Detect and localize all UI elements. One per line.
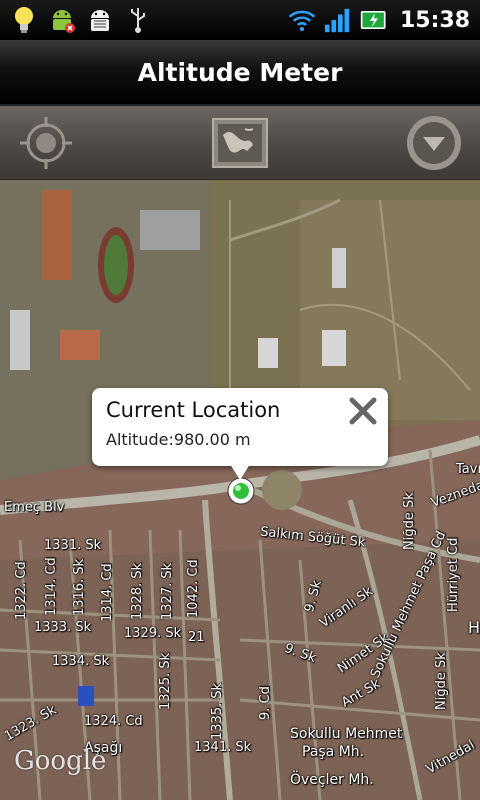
map-label-9cd: 9. Cd: [258, 686, 273, 720]
map-label-1324: 1324. Cd: [84, 714, 143, 729]
toolbar: [0, 106, 480, 180]
map-view-icon: [212, 117, 268, 168]
map-label-1329: 1329. Sk: [124, 626, 182, 641]
close-icon[interactable]: [348, 396, 378, 426]
map-label-1316: 1316. Sk: [72, 558, 87, 616]
location-popup[interactable]: Current Location Altitude:980.00 m: [92, 388, 388, 480]
map-label-nigde-1: Niğde Sk: [402, 492, 417, 550]
map-label-sokullu-mh-2: Paşa Mh.: [302, 744, 365, 760]
map-label-1314b: 1314. Cd: [100, 563, 115, 622]
title-bar: Altitude Meter: [0, 40, 480, 106]
dropdown-menu-icon: [407, 115, 461, 170]
map-label-h: H: [468, 618, 480, 637]
map-label-1341: 1341. Sk: [194, 740, 252, 755]
battery-charging-icon: [360, 6, 388, 34]
map-label-nigde-2: Niğde Sk: [434, 652, 449, 710]
current-location-marker-icon[interactable]: [226, 476, 256, 506]
map-label-1322: 1322. Cd: [14, 561, 29, 620]
google-logo: Google: [14, 746, 107, 776]
app-title: Altitude Meter: [137, 57, 343, 87]
map-label-1331: 1331. Sk: [44, 538, 102, 553]
signal-icon: [324, 6, 352, 34]
map-label-1333: 1333. Sk: [34, 620, 92, 635]
locate-button[interactable]: [16, 113, 76, 173]
map-label-1314: 1314. Cd: [44, 557, 59, 616]
map-label-1327: 1327. Sk: [160, 562, 175, 620]
map-label-ovecler: Öveçler Mh.: [290, 772, 374, 788]
locate-icon: [20, 116, 72, 169]
map-label-1328: 1328. Sk: [130, 562, 145, 620]
popup-title: Current Location: [106, 398, 281, 422]
map-label-1335: 1335. Sk: [210, 682, 225, 740]
map-label-1334: 1334. Sk: [52, 654, 110, 669]
wifi-icon: [288, 6, 316, 34]
dropdown-menu-button[interactable]: [404, 113, 464, 173]
map-label-21: 21: [188, 630, 205, 645]
map-label-sokullu-mh-1: Sokullu Mehmet: [290, 726, 403, 742]
map-label-tavi: Tavı: [456, 462, 480, 477]
usb-icon: [124, 6, 152, 34]
map-view[interactable]: Emeç Blv Salkım Söğüt Sk 1331. Sk 1322. …: [0, 180, 480, 800]
android-icon: [48, 6, 76, 34]
clock: 15:38: [399, 7, 470, 33]
status-bar: 15:38: [0, 0, 480, 40]
map-label-hurriyet: Hürriyet Cd: [446, 537, 461, 612]
lightbulb-icon: [10, 6, 38, 34]
android-debug-icon: [86, 6, 114, 34]
popup-pointer: [230, 464, 250, 480]
map-label-emec: Emeç Blv: [4, 500, 65, 515]
popup-altitude: Altitude:980.00 m: [106, 430, 251, 449]
map-label-1042: 1042. Cd: [186, 559, 201, 618]
map-view-button[interactable]: [210, 113, 270, 173]
map-label-1325: 1325. Sk: [158, 652, 173, 710]
